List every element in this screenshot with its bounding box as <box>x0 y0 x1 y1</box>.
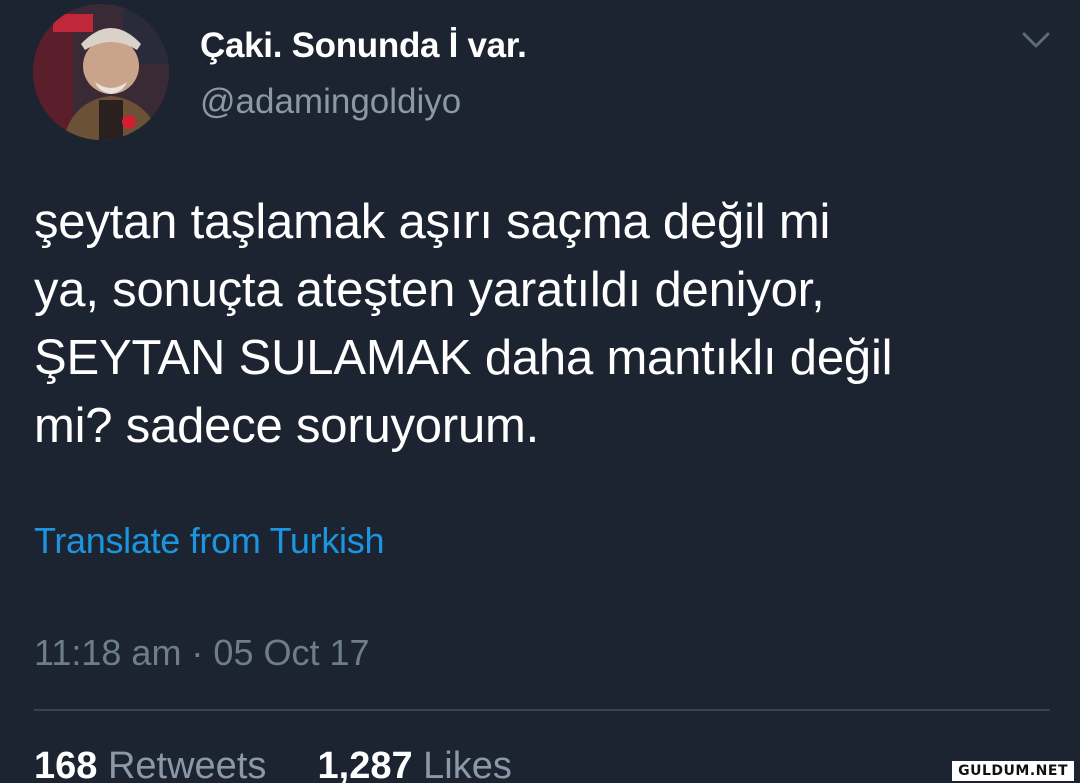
avatar[interactable] <box>33 4 169 140</box>
chevron-down-icon[interactable] <box>1018 26 1054 54</box>
tweet-text-line: şeytan taşlamak aşırı saçma değil mi <box>34 195 831 249</box>
watermark: GULDUM.NET <box>952 761 1074 781</box>
tweet-text-line: ŞEYTAN SULAMAK daha mantıklı değil <box>34 331 893 385</box>
retweets-count: 168 <box>34 745 98 783</box>
retweets-label: Retweets <box>107 745 267 783</box>
likes-label: Likes <box>423 745 512 783</box>
likes-count: 1,287 <box>317 745 413 783</box>
user-handle[interactable]: @adamingoldiyo <box>200 82 461 122</box>
tweet-text-line: ya, sonuçta ateşten yaratıldı deniyor, <box>34 263 825 317</box>
retweets-stat[interactable]: 168 Retweets <box>34 745 266 783</box>
avatar-image <box>33 4 169 140</box>
likes-stat[interactable]: 1,287 Likes <box>318 745 512 783</box>
divider <box>34 709 1050 711</box>
tweet-card: Çaki. Sonunda İ var. @adamingoldiyo şeyt… <box>0 0 1080 783</box>
tweet-text-line: mi? sadece soruyorum. <box>34 399 540 453</box>
tweet-timestamp[interactable]: 11:18 am · 05 Oct 17 <box>34 632 370 674</box>
tweet-text: şeytan taşlamak aşırı saçma değil mi ya,… <box>34 188 1054 460</box>
display-name[interactable]: Çaki. Sonunda İ var. <box>200 26 527 66</box>
translate-link[interactable]: Translate from Turkish <box>34 520 384 562</box>
engagement-stats: 168 Retweets 1,287 Likes <box>34 745 512 783</box>
